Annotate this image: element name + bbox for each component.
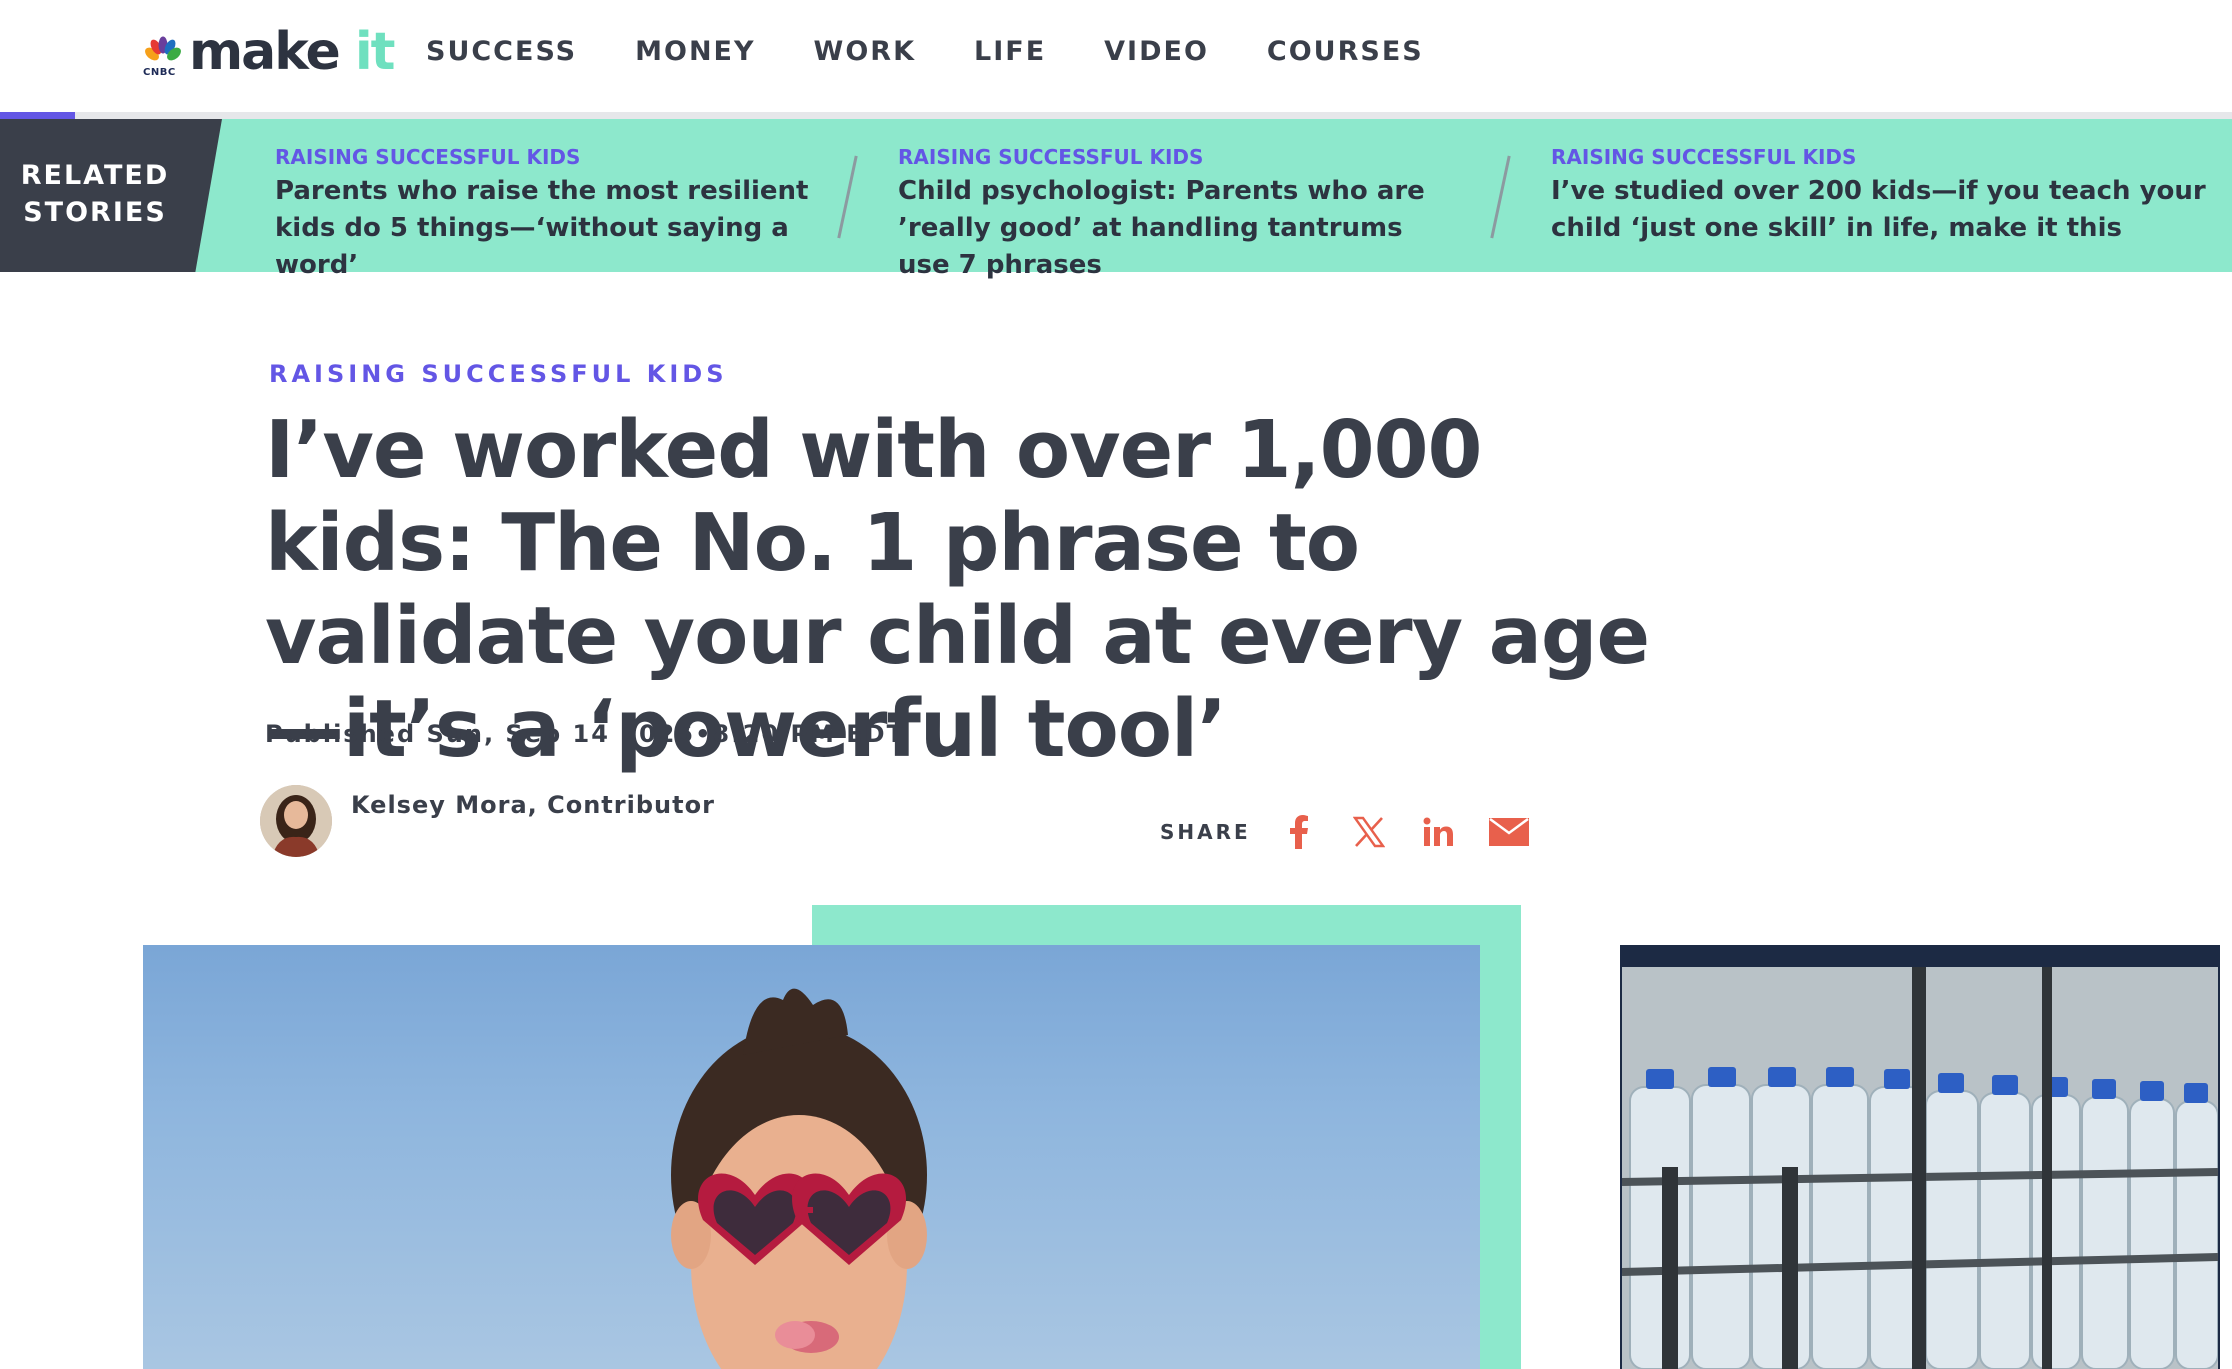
linkedin-icon[interactable] (1419, 812, 1459, 852)
related-story-1[interactable]: RAISING SUCCESSFUL KIDS Parents who rais… (275, 143, 835, 284)
make-it-wordmark-main: make (189, 22, 355, 82)
story-separator (1490, 155, 1511, 239)
related-story-title: I’ve studied over 200 kids—if you teach … (1551, 176, 2206, 243)
story-separator (837, 155, 858, 239)
make-it-logo[interactable]: CNBC make it (143, 18, 396, 78)
published-timestamp: Published Sun, Sep 14 2025•8:20 PM EDT (265, 720, 905, 748)
related-stories-label-box: RELATED STORIES (0, 119, 222, 272)
cnbc-peacock-icon: CNBC (143, 36, 183, 78)
nav-divider (0, 112, 2232, 119)
nav-item-video[interactable]: VIDEO (1104, 32, 1209, 72)
share-label: SHARE (1160, 820, 1251, 844)
article-kicker[interactable]: RAISING SUCCESSFUL KIDS (269, 360, 728, 388)
related-story-2[interactable]: RAISING SUCCESSFUL KIDS Child psychologi… (898, 143, 1458, 284)
author-byline[interactable]: Kelsey Mora, Contributor (351, 791, 715, 819)
nav-item-courses[interactable]: COURSES (1267, 32, 1424, 72)
related-story-title: Child psychologist: Parents who are ’rea… (898, 176, 1425, 280)
top-navigation: CNBC make it SUCCESS MONEY WORK LIFE VID… (0, 0, 2232, 112)
share-bar: SHARE (1160, 812, 1559, 852)
hero-image-child-heart-sunglasses (143, 945, 1480, 1369)
nav-item-success[interactable]: SUCCESS (426, 32, 577, 72)
related-story-kicker: RAISING SUCCESSFUL KIDS (1551, 145, 1857, 169)
related-story-3[interactable]: RAISING SUCCESSFUL KIDS I’ve studied ove… (1551, 143, 2211, 247)
author-avatar[interactable] (260, 785, 332, 857)
cnbc-wordmark: CNBC (143, 67, 176, 78)
nav-item-work[interactable]: WORK (814, 32, 916, 72)
reading-progress-bar (0, 112, 75, 119)
related-story-title: Parents who raise the most resilient kid… (275, 176, 809, 280)
make-it-wordmark-accent: it (354, 22, 396, 82)
facebook-icon[interactable] (1279, 812, 1319, 852)
email-icon[interactable] (1488, 812, 1529, 852)
related-stories-bar: RELATED STORIES RAISING SUCCESSFUL KIDS … (0, 119, 2232, 280)
related-story-kicker: RAISING SUCCESSFUL KIDS (898, 145, 1204, 169)
make-it-wordmark: make it (189, 26, 396, 78)
nav-item-money[interactable]: MONEY (635, 32, 755, 72)
related-story-kicker: RAISING SUCCESSFUL KIDS (275, 145, 581, 169)
x-icon[interactable] (1349, 812, 1389, 852)
related-stories-label: RELATED STORIES (20, 160, 170, 228)
nav-item-life[interactable]: LIFE (974, 32, 1046, 72)
video-player-bottle-factory[interactable] (1620, 945, 2220, 1369)
video-frame (1622, 967, 2218, 1369)
main-nav: SUCCESS MONEY WORK LIFE VIDEO COURSES (426, 32, 1482, 72)
